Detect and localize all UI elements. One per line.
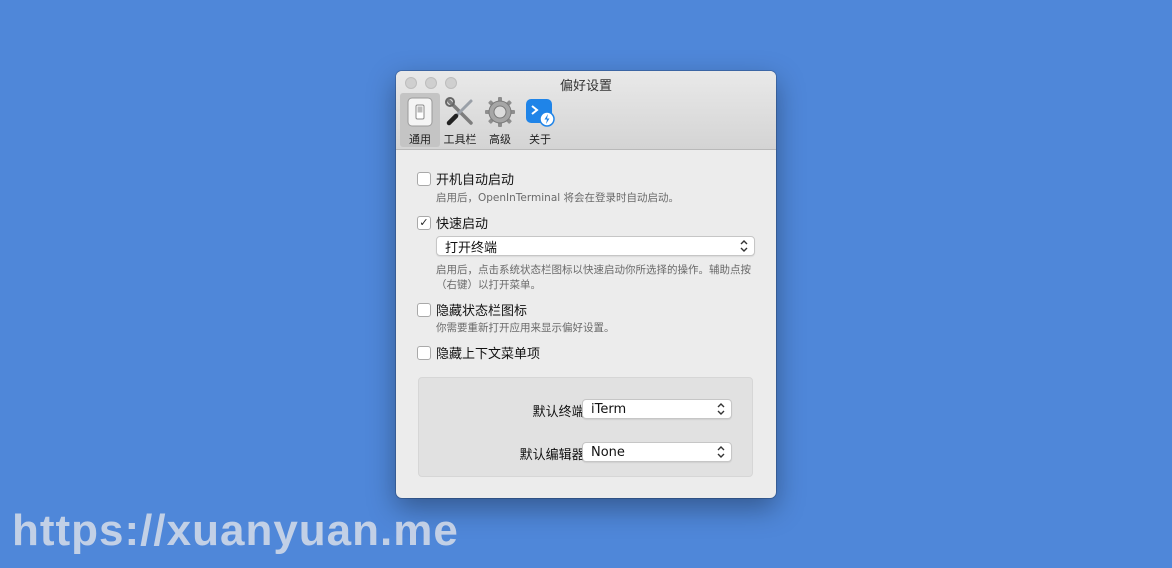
tab-about[interactable]: 关于 (520, 93, 560, 147)
launch-at-login-checkbox[interactable] (417, 171, 431, 186)
gear-icon (483, 95, 517, 128)
tab-toolbar[interactable]: 工具栏 (440, 93, 480, 147)
quick-launch-label: 快速启动 (436, 217, 489, 232)
hide-status-icon-checkbox[interactable] (417, 302, 431, 317)
chevron-updown-icon (717, 403, 725, 415)
chevron-updown-icon (717, 446, 725, 458)
tab-toolbar-label: 工具栏 (443, 133, 477, 146)
chevron-updown-icon (740, 240, 748, 252)
tools-icon (443, 95, 477, 128)
watermark-text: https://xuanyuan.me (12, 506, 459, 555)
hide-context-menu-checkbox[interactable] (417, 345, 431, 360)
tab-general[interactable]: 通用 (400, 93, 440, 147)
tab-about-label: 关于 (529, 133, 551, 146)
hide-context-menu-label: 隐藏上下文菜单项 (436, 347, 541, 362)
quick-launch-description: 启用后，点击系统状态栏图标以快速启动你所选择的操作。辅助点按（右键）以打开菜单。 (436, 264, 751, 291)
defaults-group: 默认终端: iTerm 默认编辑器: None (418, 377, 753, 477)
default-editor-label: 默认编辑器: (519, 448, 589, 463)
quick-launch-row: ✓ 快速启动 (417, 213, 488, 232)
tab-general-label: 通用 (409, 133, 431, 146)
default-terminal-label: 默认终端: (532, 405, 589, 420)
preferences-toolbar: 通用 工具栏 高级 关于 (400, 93, 560, 147)
quick-launch-action-value: 打开终端 (445, 240, 498, 256)
hide-status-icon-description: 你需要重新打开应用来显示偏好设置。 (436, 322, 615, 334)
quick-launch-checkbox[interactable]: ✓ (417, 215, 431, 230)
hide-status-icon-row: 隐藏状态栏图标 (417, 300, 527, 319)
preferences-window: 偏好设置 通用 工具栏 高级 关于 开机自动启动 启用后，OpenInTermi… (396, 71, 776, 498)
tab-advanced-label: 高级 (489, 133, 511, 146)
hide-context-menu-row: 隐藏上下文菜单项 (417, 343, 540, 362)
checkmark-icon: ✓ (419, 216, 429, 229)
launch-at-login-description: 启用后，OpenInTerminal 将会在登录时自动启动。 (436, 192, 680, 204)
default-terminal-select[interactable]: iTerm (582, 399, 732, 419)
switch-icon (403, 95, 437, 128)
launch-at-login-label: 开机自动启动 (436, 173, 515, 188)
titlebar: 偏好设置 通用 工具栏 高级 关于 (396, 71, 776, 150)
app-terminal-icon (523, 95, 557, 128)
hide-status-icon-label: 隐藏状态栏图标 (436, 304, 528, 319)
tab-advanced[interactable]: 高级 (480, 93, 520, 147)
default-editor-select[interactable]: None (582, 442, 732, 462)
launch-at-login-row: 开机自动启动 (417, 169, 514, 188)
quick-launch-action-select[interactable]: 打开终端 (436, 236, 755, 256)
window-title: 偏好设置 (559, 79, 612, 94)
default-terminal-value: iTerm (591, 401, 627, 417)
default-editor-value: None (591, 444, 625, 460)
